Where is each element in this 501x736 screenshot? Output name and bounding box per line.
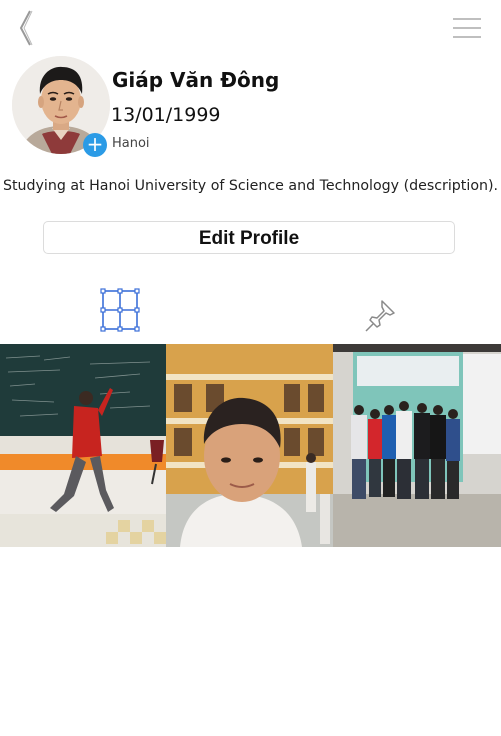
profile-description: Studying at Hanoi University of Science … [2,178,499,194]
plus-icon: + [86,132,104,156]
photo-chalkboard[interactable] [0,344,166,547]
hamburger-menu-icon [453,18,481,38]
profile-birthdate: 13/01/1999 [111,104,221,126]
tab-grid[interactable] [100,288,140,332]
photo-group[interactable] [333,344,501,547]
chalkboard-photo [0,344,166,547]
selfie-photo [166,344,333,547]
photo-grid [0,344,501,547]
add-photo-button[interactable]: + [83,133,107,157]
photo-selfie[interactable] [166,344,333,547]
profile-name: Giáp Văn Đông [112,68,280,92]
grid-icon [100,288,140,332]
profile-location: Hanoi [112,136,150,151]
tab-pinned[interactable] [364,298,398,334]
menu-button[interactable] [452,16,482,40]
back-button[interactable] [14,8,38,48]
chevron-left-icon [19,10,33,46]
group-photo [333,344,501,547]
pin-icon [365,300,395,332]
edit-profile-button[interactable]: Edit Profile [43,221,455,254]
